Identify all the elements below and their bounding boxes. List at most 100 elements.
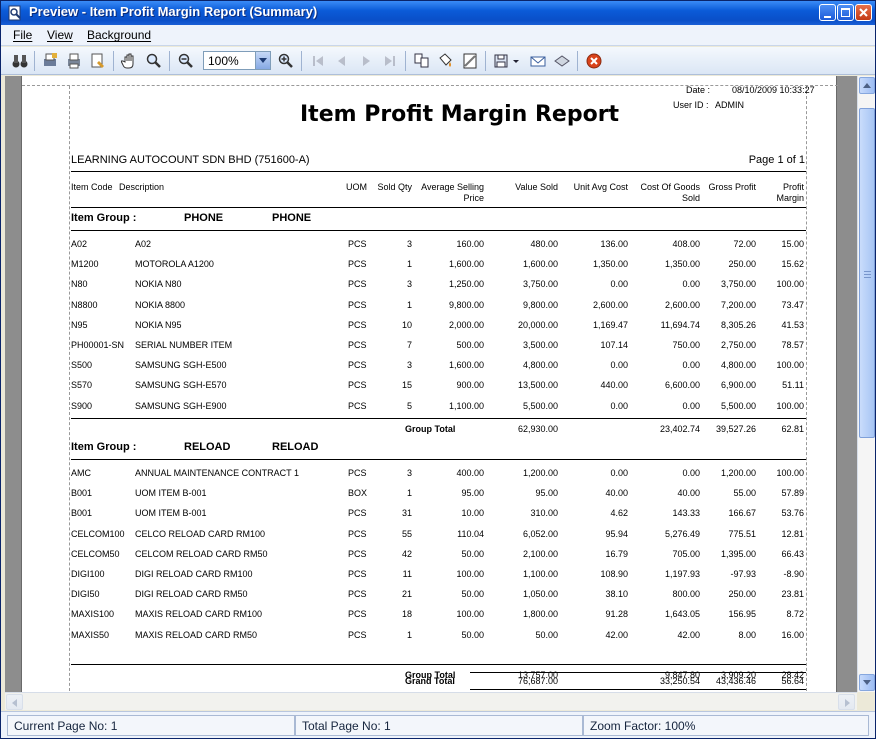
- table-cell: 108.90: [600, 569, 628, 579]
- table-cell: NOKIA N95: [135, 319, 182, 330]
- watermark-icon[interactable]: [461, 52, 479, 70]
- table-cell: N80: [71, 279, 88, 290]
- vertical-scrollbar[interactable]: [857, 76, 875, 692]
- table-cell: 6,052.00: [522, 528, 558, 539]
- zoom-out-icon[interactable]: [177, 52, 195, 70]
- first-page-icon[interactable]: [309, 52, 327, 70]
- table-cell: 41.53: [781, 319, 804, 330]
- table-cell: 0.00: [610, 279, 628, 290]
- table-cell: 705.00: [672, 548, 700, 559]
- table-cell: S900: [71, 400, 93, 411]
- table-cell: 3,750.00: [522, 279, 558, 290]
- export-icon[interactable]: [493, 52, 511, 70]
- preview-app-icon: [8, 5, 21, 21]
- date-label: Date :: [686, 85, 711, 95]
- report-page: Date : 08/10/2009 10:33:27 User ID : ADM…: [21, 76, 838, 692]
- table-cell: CELCO RELOAD CARD RM100: [135, 528, 266, 539]
- col-item-code: Item Code: [71, 182, 113, 192]
- table-cell: 21: [401, 589, 412, 600]
- menu-file[interactable]: File: [13, 28, 32, 42]
- table-cell: UOM ITEM B-001: [135, 488, 207, 499]
- group-name: RELOAD: [272, 441, 319, 453]
- find-binoculars-icon[interactable]: [11, 52, 29, 70]
- table-cell: 95.94: [605, 528, 628, 539]
- table-cell: 310.00: [530, 508, 558, 519]
- zoom-select[interactable]: 100%: [203, 51, 271, 70]
- table-cell: 7: [406, 340, 412, 350]
- table-cell: 1,600.00: [448, 259, 484, 270]
- table-cell: 73.47: [781, 299, 804, 310]
- status-total-page: Total Page No: 1: [295, 715, 583, 736]
- grand-total-value: 76,687.00: [517, 676, 558, 686]
- status-bar: Current Page No: 1 Total Page No: 1 Zoom…: [1, 711, 875, 738]
- table-cell: SAMSUNG SGH-E500: [135, 360, 227, 371]
- next-page-icon[interactable]: [357, 52, 375, 70]
- hand-tool-icon[interactable]: [121, 52, 139, 70]
- maximize-button[interactable]: [837, 4, 854, 21]
- scroll-thumb[interactable]: [859, 108, 875, 438]
- table-cell: 0.00: [682, 360, 700, 371]
- table-cell: CELCOM RELOAD CARD RM50: [135, 548, 268, 559]
- table-cell: DIGI RELOAD CARD RM50: [135, 589, 248, 600]
- print-setup-icon[interactable]: [41, 52, 59, 70]
- export-dropdown-icon[interactable]: [511, 52, 521, 70]
- last-page-icon[interactable]: [381, 52, 399, 70]
- table-cell: 51.11: [782, 380, 804, 391]
- scroll-down-button[interactable]: [859, 674, 875, 691]
- print-icon[interactable]: [65, 52, 83, 70]
- table-cell: 38.10: [605, 589, 628, 600]
- table-cell: 1,600.00: [522, 259, 558, 270]
- table-cell: 42: [401, 548, 412, 559]
- table-cell: 10: [401, 319, 412, 330]
- col-gross-profit: Gross Profit: [708, 182, 756, 192]
- menu-view[interactable]: View: [47, 28, 73, 42]
- table-cell: 0.00: [610, 360, 628, 371]
- table-cell: ANNUAL MAINTENANCE CONTRACT 1: [135, 468, 300, 478]
- page-setup-icon[interactable]: [89, 52, 107, 70]
- table-cell: CELCOM50: [71, 548, 120, 559]
- chevron-down-icon[interactable]: [255, 52, 270, 69]
- table-cell: 1: [406, 299, 412, 310]
- group-label: Item Group :: [71, 212, 137, 224]
- table-cell: 5,500.00: [720, 400, 756, 411]
- table-cell: DIGI50: [71, 589, 100, 600]
- table-cell: UOM ITEM B-001: [135, 508, 207, 519]
- preview-viewport[interactable]: Date : 08/10/2009 10:33:27 User ID : ADM…: [5, 76, 857, 692]
- close-button[interactable]: [855, 4, 872, 21]
- table-cell: 0.00: [682, 279, 700, 290]
- previous-page-icon[interactable]: [333, 52, 351, 70]
- table-cell: MOTOROLA A1200: [135, 259, 214, 270]
- table-cell: 4,800.00: [720, 360, 756, 371]
- scroll-left-button[interactable]: [6, 694, 23, 710]
- minimize-button[interactable]: [819, 4, 836, 21]
- table-cell: 0.00: [682, 400, 700, 411]
- multiple-pages-icon[interactable]: [413, 52, 431, 70]
- table-cell: 50.00: [535, 629, 558, 640]
- background-color-icon[interactable]: [437, 52, 455, 70]
- table-cell: 3: [406, 360, 412, 371]
- email-icon[interactable]: [529, 52, 547, 70]
- group-total-value: 62,930.00: [517, 424, 558, 434]
- close-icon: [859, 8, 868, 17]
- exit-preview-icon[interactable]: [585, 52, 603, 70]
- table-cell: 100.00: [776, 279, 804, 290]
- group-total-value: 62.81: [781, 424, 804, 434]
- table-cell: 9,800.00: [522, 299, 558, 310]
- group-code: PHONE: [184, 212, 224, 224]
- table-cell: 4,800.00: [522, 360, 558, 371]
- col-description: Description: [119, 182, 165, 192]
- status-zoom-factor: Zoom Factor: 100%: [583, 715, 869, 736]
- col-avg-price-1: Average Selling: [421, 182, 484, 192]
- menu-background[interactable]: Background: [87, 28, 151, 42]
- horizontal-scrollbar[interactable]: [5, 692, 857, 710]
- table-cell: 100.00: [776, 468, 804, 478]
- scroll-up-button[interactable]: [859, 77, 875, 94]
- table-cell: 400.00: [456, 468, 484, 478]
- table-cell: 1,350.00: [592, 259, 628, 270]
- scroll-right-button[interactable]: [838, 694, 855, 710]
- save-document-icon[interactable]: [553, 52, 571, 70]
- table-cell: S570: [71, 380, 93, 391]
- magnifier-icon[interactable]: [145, 52, 163, 70]
- zoom-in-icon[interactable]: [277, 52, 295, 70]
- table-cell: N95: [71, 319, 88, 330]
